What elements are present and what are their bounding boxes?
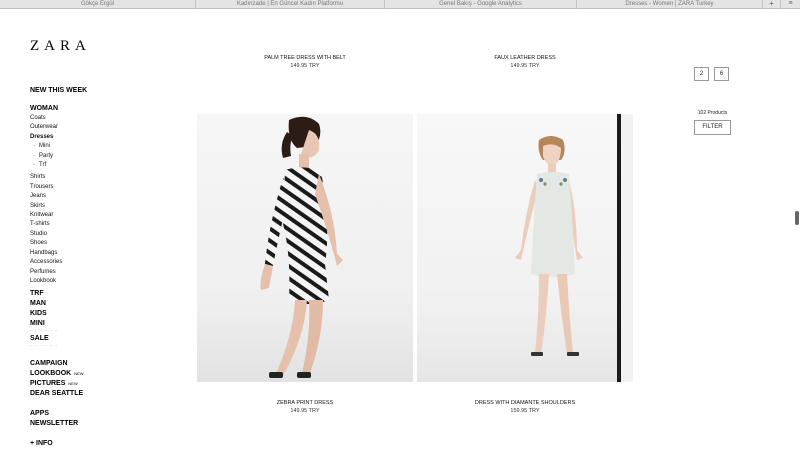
nav-dresses-party[interactable]: - Party xyxy=(30,152,170,161)
browser-tab-2[interactable]: Kadınzade | En Güncel Kadın Platformu xyxy=(196,0,385,9)
browser-tab-4-active[interactable]: Dresses - Women | ZARA Turkey xyxy=(577,0,763,9)
nav-accessories[interactable]: Accessories xyxy=(30,258,170,267)
dash-icon: - xyxy=(33,143,35,150)
view-6-per-row-button[interactable]: 6 xyxy=(714,67,729,81)
nav-dresses-trf[interactable]: - Trf xyxy=(30,161,170,170)
nav-dear-seattle[interactable]: DEAR SEATTLE xyxy=(30,389,170,399)
product-name[interactable]: FAUX LEATHER DRESS xyxy=(417,54,633,62)
new-badge: NEW xyxy=(68,381,78,387)
nav-coats[interactable]: Coats xyxy=(30,114,170,123)
nav-new-this-week[interactable]: NEW THIS WEEK xyxy=(30,86,170,96)
new-badge: NEW xyxy=(74,371,84,377)
nav-shirts[interactable]: Shirts xyxy=(30,173,170,182)
nav-pictures[interactable]: PICTURES NEW xyxy=(30,379,170,389)
product-image-zebra-dress[interactable] xyxy=(197,114,413,382)
nav-lookbook-major[interactable]: LOOKBOOK NEW xyxy=(30,369,170,379)
product-image-diamante-dress[interactable] xyxy=(417,114,633,382)
browser-tab-bar: Gökçe Ergül Kadınzade | En Güncel Kadın … xyxy=(0,0,800,9)
nav-man[interactable]: MAN xyxy=(30,299,170,309)
product-caption[interactable]: ZEBRA PRINT DRESS 149.95 TRY xyxy=(197,399,413,415)
nav-outerwear[interactable]: Outerwear xyxy=(30,123,170,132)
zebra-dress-illustration xyxy=(260,116,343,378)
product-caption[interactable]: PALM TREE DRESS WITH BELT 149.95 TRY xyxy=(197,54,413,70)
product-name[interactable]: PALM TREE DRESS WITH BELT xyxy=(197,54,413,62)
product-name[interactable]: DRESS WITH DIAMANTE SHOULDERS xyxy=(417,399,633,407)
nav-shoes[interactable]: Shoes xyxy=(30,239,170,248)
nav-newsletter[interactable]: NEWSLETTER xyxy=(30,419,170,429)
nav-trousers[interactable]: Trousers xyxy=(30,183,170,192)
nav-info[interactable]: + INFO xyxy=(30,439,170,449)
zara-logo[interactable]: ZARA xyxy=(30,38,91,55)
browser-tab-3[interactable]: Genel Bakış - Google Analytics xyxy=(385,0,577,9)
tab-list-icon[interactable]: ≡ xyxy=(781,0,800,9)
nav-campaign[interactable]: CAMPAIGN xyxy=(30,359,170,369)
nav-skirts[interactable]: Skirts xyxy=(30,202,170,211)
nav-studio[interactable]: Studio xyxy=(30,230,170,239)
dash-icon: - xyxy=(33,162,35,169)
nav-apps[interactable]: APPS xyxy=(30,409,170,419)
product-price: 149.95 TRY xyxy=(290,63,320,69)
product-price: 149.95 TRY xyxy=(290,408,320,414)
browser-tab-1[interactable]: Gökçe Ergül xyxy=(0,0,196,9)
nav-perfumes[interactable]: Perfumes xyxy=(30,268,170,277)
dash-icon: - xyxy=(33,152,35,159)
nav-kids[interactable]: KIDS xyxy=(30,309,170,319)
nav-jeans[interactable]: Jeans xyxy=(30,192,170,201)
scrollbar-thumb[interactable] xyxy=(795,211,799,225)
filter-button[interactable]: FILTER xyxy=(694,120,731,135)
nav-woman[interactable]: WOMAN xyxy=(30,104,170,114)
product-price: 149.95 TRY xyxy=(510,63,540,69)
nav-lookbook[interactable]: Lookbook xyxy=(30,277,170,286)
nav-handbags[interactable]: Handbags xyxy=(30,249,170,258)
diamante-dress-illustration xyxy=(515,114,633,382)
product-name[interactable]: ZEBRA PRINT DRESS xyxy=(197,399,413,407)
nav-dresses-mini[interactable]: - Mini xyxy=(30,142,170,151)
view-2-per-row-button[interactable]: 2 xyxy=(694,67,709,81)
nav-dresses[interactable]: Dresses xyxy=(30,133,170,142)
sidebar-nav: NEW THIS WEEK WOMAN Coats Outerwear Dres… xyxy=(30,86,170,449)
products-count: 102 Products xyxy=(697,110,728,116)
nav-knitwear[interactable]: Knitwear xyxy=(30,211,170,220)
product-caption[interactable]: DRESS WITH DIAMANTE SHOULDERS 159.95 TRY xyxy=(417,399,633,415)
nav-trf[interactable]: TRF xyxy=(30,289,170,299)
product-price: 159.95 TRY xyxy=(510,408,540,414)
nav-tshirts[interactable]: T-shirts xyxy=(30,220,170,229)
new-tab-icon[interactable]: + xyxy=(763,0,781,9)
product-caption[interactable]: FAUX LEATHER DRESS 149.95 TRY xyxy=(417,54,633,70)
